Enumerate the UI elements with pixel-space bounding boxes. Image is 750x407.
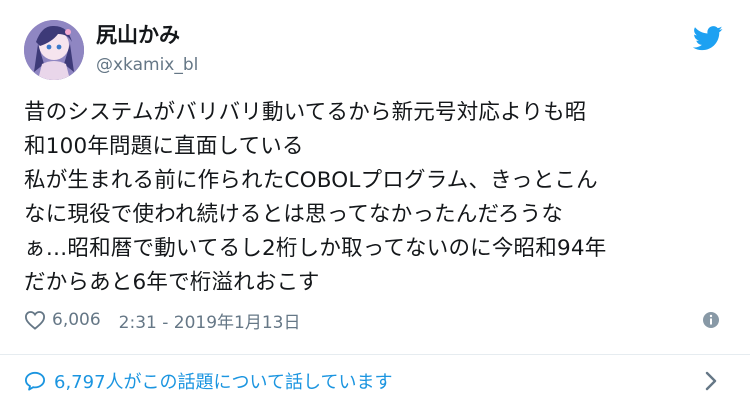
avatar[interactable] — [24, 20, 84, 80]
display-name[interactable]: 尻山かみ — [96, 22, 180, 48]
timestamp[interactable]: 2:31 - 2019年1月13日 — [119, 308, 301, 333]
chevron-right-icon[interactable] — [704, 370, 718, 392]
like-count[interactable]: 6,006 — [52, 310, 101, 330]
twitter-bird-icon[interactable] — [693, 26, 723, 51]
info-icon[interactable] — [702, 311, 720, 329]
speech-bubble-icon — [24, 371, 45, 391]
divider — [0, 354, 750, 355]
conversation-link[interactable]: 6,797人がこの話題について話しています — [24, 362, 726, 400]
heart-icon[interactable] — [24, 310, 46, 330]
tweet-meta: 6,006 2:31 - 2019年1月13日 — [24, 306, 301, 334]
conversation-label: 6,797人がこの話題について話しています — [54, 372, 393, 393]
tweet-text: 昔のシステムがバリバリ動いてるから新元号対応よりも昭 和100年問題に直面してい… — [24, 100, 607, 295]
user-handle[interactable]: @xkamix_bl — [96, 54, 198, 76]
tweet-card: 尻山かみ @xkamix_bl 昔のシステムがバリバリ動いてるから新元号対応より… — [0, 0, 750, 407]
